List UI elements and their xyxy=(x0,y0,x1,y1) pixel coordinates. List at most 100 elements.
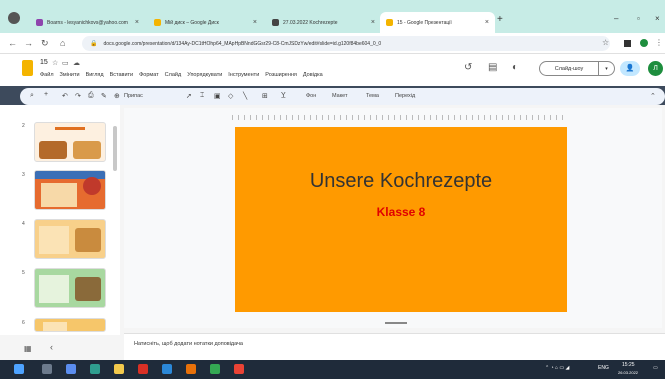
notes-resize-handle[interactable] xyxy=(385,322,407,324)
opera-icon[interactable] xyxy=(138,364,148,374)
browser-tab-slides[interactable]: 15 - Google Презентації × xyxy=(380,12,495,33)
menu-tools[interactable]: Інструменти xyxy=(228,72,259,78)
slideshow-label: Слайд-шоу xyxy=(554,65,584,72)
filmstrip-scrollbar[interactable] xyxy=(113,126,117,171)
slide-thumbnail-6[interactable] xyxy=(34,318,106,332)
history-icon[interactable]: ↺ xyxy=(464,62,472,73)
minimize-icon[interactable]: – xyxy=(614,14,618,23)
close-icon[interactable]: × xyxy=(253,19,257,26)
text-box-icon[interactable]: ⌶ xyxy=(200,92,204,100)
menu-view[interactable]: Вигляд xyxy=(86,72,104,78)
browser-tab-kochrezepte[interactable]: 27.03.2022 Kochrezepte × xyxy=(266,12,381,33)
move-folder-icon[interactable]: ▭ xyxy=(62,59,69,67)
forward-icon[interactable]: → xyxy=(24,38,33,48)
clock-date[interactable]: 26.03.2022 xyxy=(618,370,638,375)
zoom-icon[interactable]: ⊕ xyxy=(114,92,120,100)
browser-tab-mail[interactable]: Boarns - lesyanichkovs@yahoo.com × xyxy=(30,12,145,33)
close-icon[interactable]: × xyxy=(485,19,489,26)
menu-file[interactable]: Файл xyxy=(40,72,54,78)
cloud-status-icon: ☁ xyxy=(73,60,80,67)
collapse-filmstrip-icon[interactable]: ‹ xyxy=(50,342,53,352)
line-icon[interactable]: ╲ xyxy=(243,92,247,100)
windows-start-icon[interactable] xyxy=(14,364,24,374)
slide-number: 2 xyxy=(22,123,25,129)
share-button[interactable]: 👤 xyxy=(620,61,640,76)
edge-icon[interactable] xyxy=(90,364,100,374)
menu-extensions[interactable]: Розширення xyxy=(265,72,297,78)
powerpoint-icon[interactable] xyxy=(186,364,196,374)
print-icon[interactable]: ⎙ xyxy=(88,92,94,100)
maximize-icon[interactable]: ▫ xyxy=(637,14,640,23)
star-icon[interactable]: ☆ xyxy=(52,59,58,67)
close-icon[interactable]: × xyxy=(371,19,375,26)
image-icon[interactable]: ▣ xyxy=(214,92,221,100)
slide-number: 5 xyxy=(22,270,25,276)
document-title[interactable]: 15 xyxy=(40,59,48,66)
menu-edit[interactable]: Змінити xyxy=(60,72,80,78)
redo-icon[interactable]: ↷ xyxy=(75,92,81,100)
slide-number: 6 xyxy=(22,320,25,326)
slide-number: 4 xyxy=(22,221,25,227)
current-slide[interactable] xyxy=(235,127,567,312)
slideshow-button[interactable]: Слайд-шоу ▾ xyxy=(539,61,615,76)
bookmark-star-icon[interactable]: ☆ xyxy=(602,38,609,47)
reload-icon[interactable]: ↻ xyxy=(41,38,49,49)
speaker-notes-placeholder[interactable]: Натисніть, щоб додати нотатки доповідача xyxy=(134,341,243,347)
paint-format-icon[interactable]: ✎ xyxy=(101,92,107,100)
background-button[interactable]: Фон xyxy=(306,93,316,99)
input-tools-icon[interactable]: Y̲ xyxy=(281,92,286,99)
url-input[interactable]: 🔒 docs.google.com/presentation/d/134Ay-D… xyxy=(82,36,610,51)
extension-icon[interactable] xyxy=(624,40,631,47)
zoom-fit-dropdown[interactable]: Припас xyxy=(124,93,143,99)
browser-menu-icon[interactable] xyxy=(8,12,20,24)
search-menus-icon[interactable]: ⌕ xyxy=(30,92,34,100)
clock-time[interactable]: 15:25 xyxy=(622,362,635,368)
menu-slide[interactable]: Слайд xyxy=(165,72,182,78)
comments-icon[interactable]: ▤ xyxy=(488,62,497,73)
menu-arrange[interactable]: Упорядкувати xyxy=(187,72,222,78)
slide-title[interactable]: Unsere Kochrezepte xyxy=(235,170,567,193)
new-tab-icon[interactable]: + xyxy=(497,14,503,25)
collapse-toolbar-icon[interactable]: ⌃ xyxy=(650,92,656,100)
undo-icon[interactable]: ↶ xyxy=(62,92,68,100)
slide-thumbnail-2[interactable] xyxy=(34,122,106,162)
profile-icon[interactable] xyxy=(640,39,648,47)
avatar[interactable]: Л xyxy=(648,61,663,76)
slides-logo-icon[interactable] xyxy=(22,60,33,76)
slide-subtitle[interactable]: Klasse 8 xyxy=(235,205,567,219)
back-icon[interactable]: ← xyxy=(8,38,17,48)
word-icon[interactable] xyxy=(162,364,172,374)
language-indicator[interactable]: ENG xyxy=(598,365,609,371)
chrome-active-icon[interactable] xyxy=(234,364,244,374)
new-slide-icon[interactable]: + xyxy=(44,91,48,98)
shape-icon[interactable]: ◇ xyxy=(228,92,233,100)
layout-button[interactable]: Макет xyxy=(332,93,348,99)
add-person-icon: 👤 xyxy=(625,65,635,72)
file-explorer-icon[interactable] xyxy=(114,364,124,374)
menu-help[interactable]: Довідка xyxy=(303,72,323,78)
select-cursor-icon[interactable]: ➚ xyxy=(186,92,192,100)
meet-icon[interactable]: ◐ xyxy=(512,62,518,73)
tray-icons[interactable]: ⌃ ◔ ⌂ ▭ ◢ xyxy=(545,365,569,371)
grid-view-icon[interactable]: ▦ xyxy=(24,344,32,353)
chevron-down-icon[interactable]: ▾ xyxy=(599,66,614,72)
tab-label: Boarns - lesyanichkovs@yahoo.com xyxy=(47,19,128,26)
close-icon[interactable]: × xyxy=(135,19,139,26)
task-view-icon[interactable] xyxy=(66,364,76,374)
browser-more-icon[interactable]: ⋮ xyxy=(655,38,663,47)
slide-thumbnail-5[interactable] xyxy=(34,268,106,308)
comment-add-icon[interactable]: ⊞ xyxy=(262,92,268,100)
theme-button[interactable]: Тема xyxy=(366,93,379,99)
chrome-icon[interactable] xyxy=(210,364,220,374)
slide-thumbnail-3[interactable] xyxy=(34,170,106,210)
search-icon[interactable] xyxy=(42,364,52,374)
tab-label: Мій диск – Google Диск xyxy=(165,19,219,26)
home-icon[interactable]: ⌂ xyxy=(60,38,65,48)
slide-thumbnail-4[interactable] xyxy=(34,219,106,259)
menu-insert[interactable]: Вставити xyxy=(110,72,134,78)
browser-tab-drive[interactable]: Мій диск – Google Диск × xyxy=(148,12,263,33)
notifications-icon[interactable]: ▭ xyxy=(653,365,658,371)
transition-button[interactable]: Перехід xyxy=(395,93,415,99)
menu-format[interactable]: Формат xyxy=(139,72,159,78)
window-close-icon[interactable]: × xyxy=(655,14,660,23)
